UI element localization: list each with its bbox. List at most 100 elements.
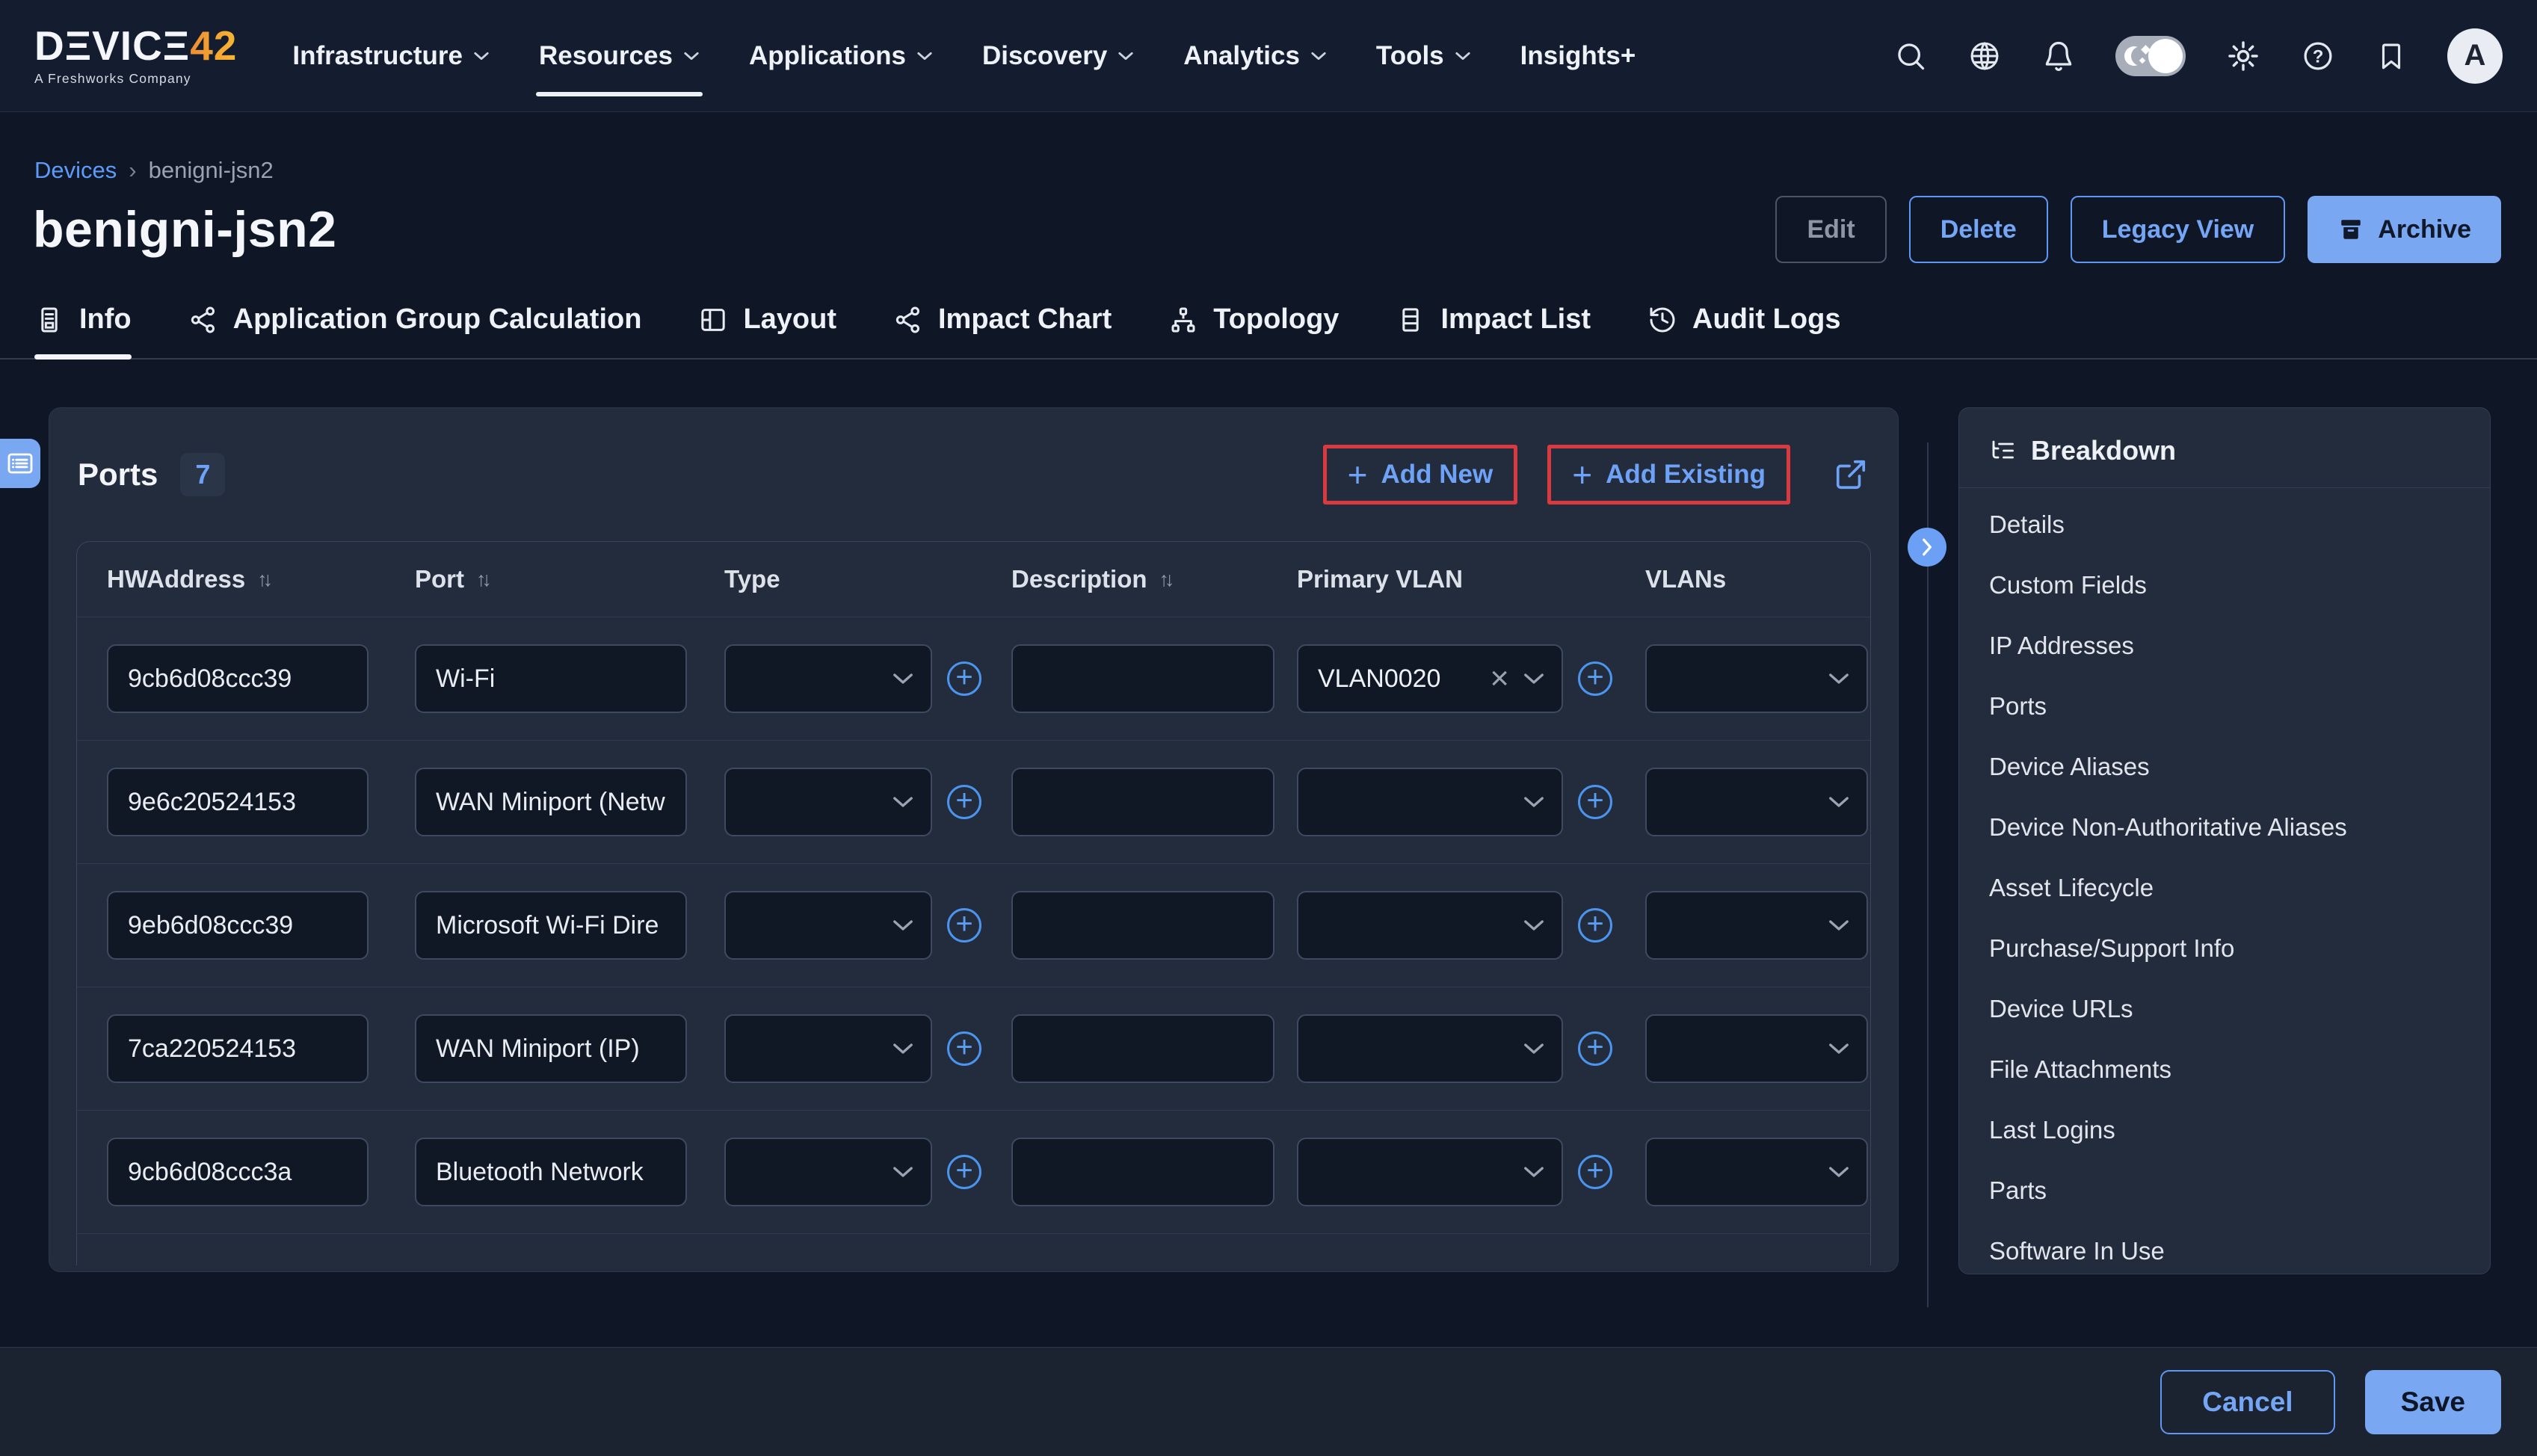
menu-item-tools[interactable]: Tools [1376, 34, 1471, 78]
port-input[interactable] [415, 891, 687, 960]
bookmark-button[interactable] [2376, 40, 2407, 73]
sidebar-item-ports[interactable]: Ports [1959, 676, 2490, 736]
primary-vlan-select[interactable] [1297, 891, 1563, 960]
delete-button[interactable]: Delete [1909, 196, 2048, 263]
archive-button[interactable]: Archive [2308, 196, 2501, 263]
tab-layout[interactable]: Layout [698, 303, 836, 358]
sidebar-item-custom-fields[interactable]: Custom Fields [1959, 555, 2490, 615]
primary-vlan-select[interactable] [1297, 1014, 1563, 1083]
sidebar-item-software-in-use[interactable]: Software In Use [1959, 1221, 2490, 1274]
add-primary-vlan-button[interactable]: + [1578, 785, 1612, 819]
add-primary-vlan-button[interactable]: + [1578, 661, 1612, 696]
type-select[interactable] [724, 1138, 932, 1206]
hwaddress-input[interactable] [107, 1138, 369, 1206]
add-existing-button[interactable]: + Add Existing [1567, 459, 1770, 490]
hwaddress-input[interactable] [107, 1014, 369, 1083]
description-input[interactable] [1011, 768, 1274, 836]
sidebar-item-device-aliases[interactable]: Device Aliases [1959, 736, 2490, 797]
sidebar-item-parts[interactable]: Parts [1959, 1160, 2490, 1221]
globe-button[interactable] [1967, 39, 2002, 73]
primary-vlan-select[interactable] [1297, 1138, 1563, 1206]
avatar[interactable]: A [2447, 28, 2503, 84]
add-new-button[interactable]: + Add New [1343, 459, 1498, 490]
tab-impact-chart[interactable]: Impact Chart [893, 303, 1112, 358]
description-input[interactable] [1011, 1138, 1274, 1206]
chevron-down-icon [1523, 795, 1545, 809]
footer-bar: Cancel Save [0, 1347, 2537, 1456]
dark-mode-toggle[interactable] [2115, 36, 2186, 76]
menu-item-discovery[interactable]: Discovery [982, 34, 1134, 78]
logo-text: DΞVICΞ [34, 22, 190, 69]
search-button[interactable] [1894, 40, 1927, 73]
clear-icon[interactable]: × [1490, 662, 1509, 695]
tab-info[interactable]: Info [34, 303, 132, 358]
sidebar-item-device-urls[interactable]: Device URLs [1959, 978, 2490, 1039]
type-select[interactable] [724, 644, 932, 713]
sidebar-item-details[interactable]: Details [1959, 494, 2490, 555]
port-input[interactable] [415, 1014, 687, 1083]
edit-button[interactable]: Edit [1775, 196, 1886, 263]
sidebar-item-asset-lifecycle[interactable]: Asset Lifecycle [1959, 857, 2490, 918]
description-input[interactable] [1011, 891, 1274, 960]
ports-panel: Ports 7 + Add New + Add Existing [49, 407, 1899, 1272]
vlans-select[interactable] [1645, 768, 1868, 836]
add-type-button[interactable]: + [947, 785, 981, 819]
sidebar-item-device-non-authoritative-aliases[interactable]: Device Non-Authoritative Aliases [1959, 797, 2490, 857]
open-in-new-button[interactable] [1834, 457, 1868, 492]
tab-application-group-calculation[interactable]: Application Group Calculation [188, 303, 642, 358]
hwaddress-input[interactable] [107, 644, 369, 713]
sort-icon[interactable]: ↑↓ [257, 568, 268, 591]
sidebar-item-purchase-support-info[interactable]: Purchase/Support Info [1959, 918, 2490, 978]
add-type-button[interactable]: + [947, 661, 981, 696]
sidebar-item-file-attachments[interactable]: File Attachments [1959, 1039, 2490, 1099]
sort-icon[interactable]: ↑↓ [476, 568, 487, 591]
description-input[interactable] [1011, 644, 1274, 713]
type-select[interactable] [724, 1014, 932, 1083]
save-button[interactable]: Save [2365, 1370, 2501, 1434]
primary-vlan-select[interactable] [1297, 768, 1563, 836]
table-row: + + [77, 1110, 1870, 1233]
menu-item-analytics[interactable]: Analytics [1183, 34, 1327, 78]
menu-item-infrastructure[interactable]: Infrastructure [292, 34, 490, 78]
sidebar-collapse-button[interactable] [1908, 528, 1946, 567]
sort-icon[interactable]: ↑↓ [1159, 568, 1171, 591]
add-primary-vlan-button[interactable]: + [1578, 1155, 1612, 1189]
vlans-select[interactable] [1645, 1014, 1868, 1083]
tab-label: Impact List [1440, 303, 1591, 336]
hwaddress-input[interactable] [107, 768, 369, 836]
cancel-button[interactable]: Cancel [2160, 1370, 2334, 1434]
add-type-button[interactable]: + [947, 1155, 981, 1189]
vlans-select[interactable] [1645, 644, 1868, 713]
port-input[interactable] [415, 644, 687, 713]
vlans-select[interactable] [1645, 1138, 1868, 1206]
sidebar-item-ip-addresses[interactable]: IP Addresses [1959, 615, 2490, 676]
settings-button[interactable] [2226, 39, 2260, 73]
description-input[interactable] [1011, 1014, 1274, 1083]
vlans-select[interactable] [1645, 891, 1868, 960]
add-primary-vlan-button[interactable]: + [1578, 908, 1612, 943]
menu-item-applications[interactable]: Applications [749, 34, 933, 78]
add-primary-vlan-button[interactable]: + [1578, 1031, 1612, 1066]
tab-impact-list[interactable]: Impact List [1396, 303, 1591, 358]
type-select[interactable] [724, 768, 932, 836]
sidebar-item-last-logins[interactable]: Last Logins [1959, 1099, 2490, 1160]
help-button[interactable]: ? [2301, 39, 2335, 73]
chevron-down-icon [916, 51, 933, 61]
add-type-button[interactable]: + [947, 908, 981, 943]
menu-item-resources[interactable]: Resources [539, 34, 700, 78]
notifications-button[interactable] [2042, 40, 2075, 73]
tab-topology[interactable]: Topology [1168, 303, 1339, 358]
logo[interactable]: DΞVICΞ42 A Freshworks Company [34, 25, 237, 87]
legacy-view-button[interactable]: Legacy View [2071, 196, 2286, 263]
port-input[interactable] [415, 768, 687, 836]
breadcrumb-link-devices[interactable]: Devices [34, 157, 117, 184]
add-type-button[interactable]: + [947, 1031, 981, 1066]
page-title: benigni-jsn2 [33, 198, 336, 261]
type-select[interactable] [724, 891, 932, 960]
port-input[interactable] [415, 1138, 687, 1206]
primary-vlan-select[interactable]: VLAN0020 × [1297, 644, 1563, 713]
side-panel-toggle[interactable] [0, 439, 40, 488]
tab-audit-logs[interactable]: Audit Logs [1647, 303, 1840, 358]
menu-item-insights[interactable]: Insights+ [1520, 34, 1636, 78]
hwaddress-input[interactable] [107, 891, 369, 960]
